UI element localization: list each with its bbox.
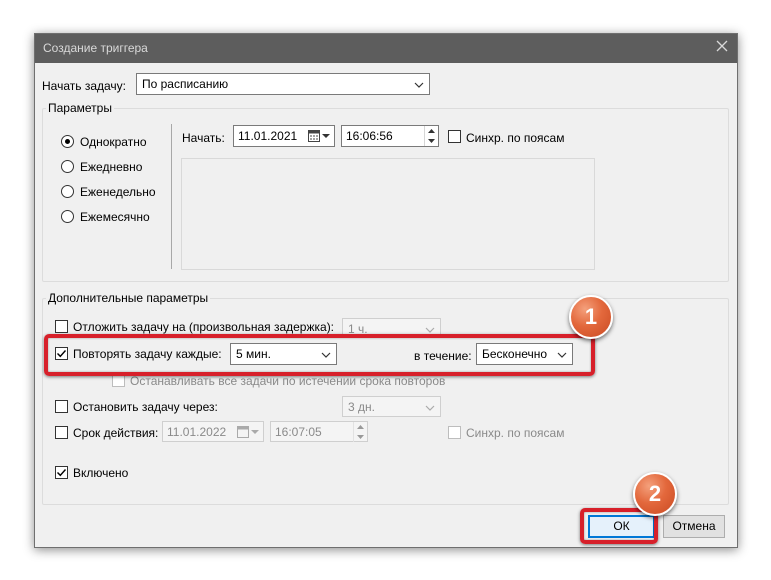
expire-label: Срок действия: <box>73 426 159 440</box>
stop-after-label: Остановить задачу через: <box>73 400 218 414</box>
chevron-down-icon <box>425 324 435 334</box>
begin-task-label: Начать задачу: <box>42 79 126 93</box>
time-spinner[interactable] <box>424 126 438 146</box>
radio-daily-label: Ежедневно <box>80 160 143 174</box>
vertical-divider <box>171 124 172 269</box>
stop-after-checkbox[interactable] <box>55 400 68 413</box>
expire-sync-checkbox[interactable] <box>448 426 461 439</box>
chevron-down-icon <box>425 402 435 412</box>
start-date-value: 11.01.2021 <box>238 129 298 143</box>
create-trigger-dialog: Создание триггера Начать задачу: По расп… <box>34 33 738 548</box>
cancel-button[interactable]: Отмена <box>663 515 725 538</box>
radio-monthly-label: Ежемесячно <box>80 210 150 224</box>
radio-weekly-label: Еженедельно <box>80 185 156 199</box>
radio-once-label: Однократно <box>80 135 147 149</box>
stop-after-select[interactable]: 3 дн. <box>342 396 441 417</box>
radio-weekly[interactable] <box>61 185 74 198</box>
enabled-checkbox[interactable] <box>55 466 68 479</box>
radio-once[interactable] <box>61 135 74 148</box>
start-label: Начать: <box>182 131 225 145</box>
sync-timezones-checkbox[interactable] <box>448 130 461 143</box>
enabled-label: Включено <box>73 466 129 480</box>
stop-all-label: Останавливать все задачи по истечении ср… <box>130 374 446 388</box>
radio-monthly[interactable] <box>61 210 74 223</box>
highlight-repeat-row <box>44 334 595 376</box>
calendar-icon[interactable] <box>237 425 259 439</box>
begin-task-value: По расписанию <box>142 77 229 91</box>
expire-sync-label: Синхр. по поясам <box>466 426 565 440</box>
parameters-group-title: Параметры <box>46 101 114 115</box>
radio-daily[interactable] <box>61 160 74 173</box>
step-badge-1: 1 <box>569 295 613 339</box>
begin-task-select[interactable]: По расписанию <box>136 73 430 95</box>
schedule-details-panel <box>181 158 595 270</box>
calendar-icon[interactable] <box>308 129 330 143</box>
start-date-picker[interactable]: 11.01.2021 <box>233 125 335 147</box>
start-time-value: 16:06:56 <box>346 129 393 143</box>
delay-label: Отложить задачу на (произвольная задержк… <box>73 320 335 334</box>
expire-date-value: 11.01.2022 <box>167 425 227 439</box>
expire-date-picker[interactable]: 11.01.2022 <box>162 421 264 442</box>
expire-time-value: 16:07:05 <box>275 425 322 439</box>
start-time-input[interactable]: 16:06:56 <box>341 125 439 147</box>
advanced-group-title: Дополнительные параметры <box>46 291 211 305</box>
expire-time-input[interactable]: 16:07:05 <box>270 421 368 442</box>
time-spinner[interactable] <box>353 422 367 442</box>
expire-checkbox[interactable] <box>55 426 68 439</box>
dialog-title: Создание триггера <box>43 41 148 55</box>
delay-checkbox[interactable] <box>55 320 68 333</box>
step-badge-2: 2 <box>633 472 677 516</box>
stop-after-value: 3 дн. <box>348 400 375 414</box>
chevron-down-icon <box>414 79 424 89</box>
close-icon[interactable] <box>715 39 729 53</box>
radio-selected-dot <box>65 139 70 144</box>
title-bar: Создание триггера <box>35 34 737 63</box>
sync-timezones-label: Синхр. по поясам <box>466 131 565 145</box>
